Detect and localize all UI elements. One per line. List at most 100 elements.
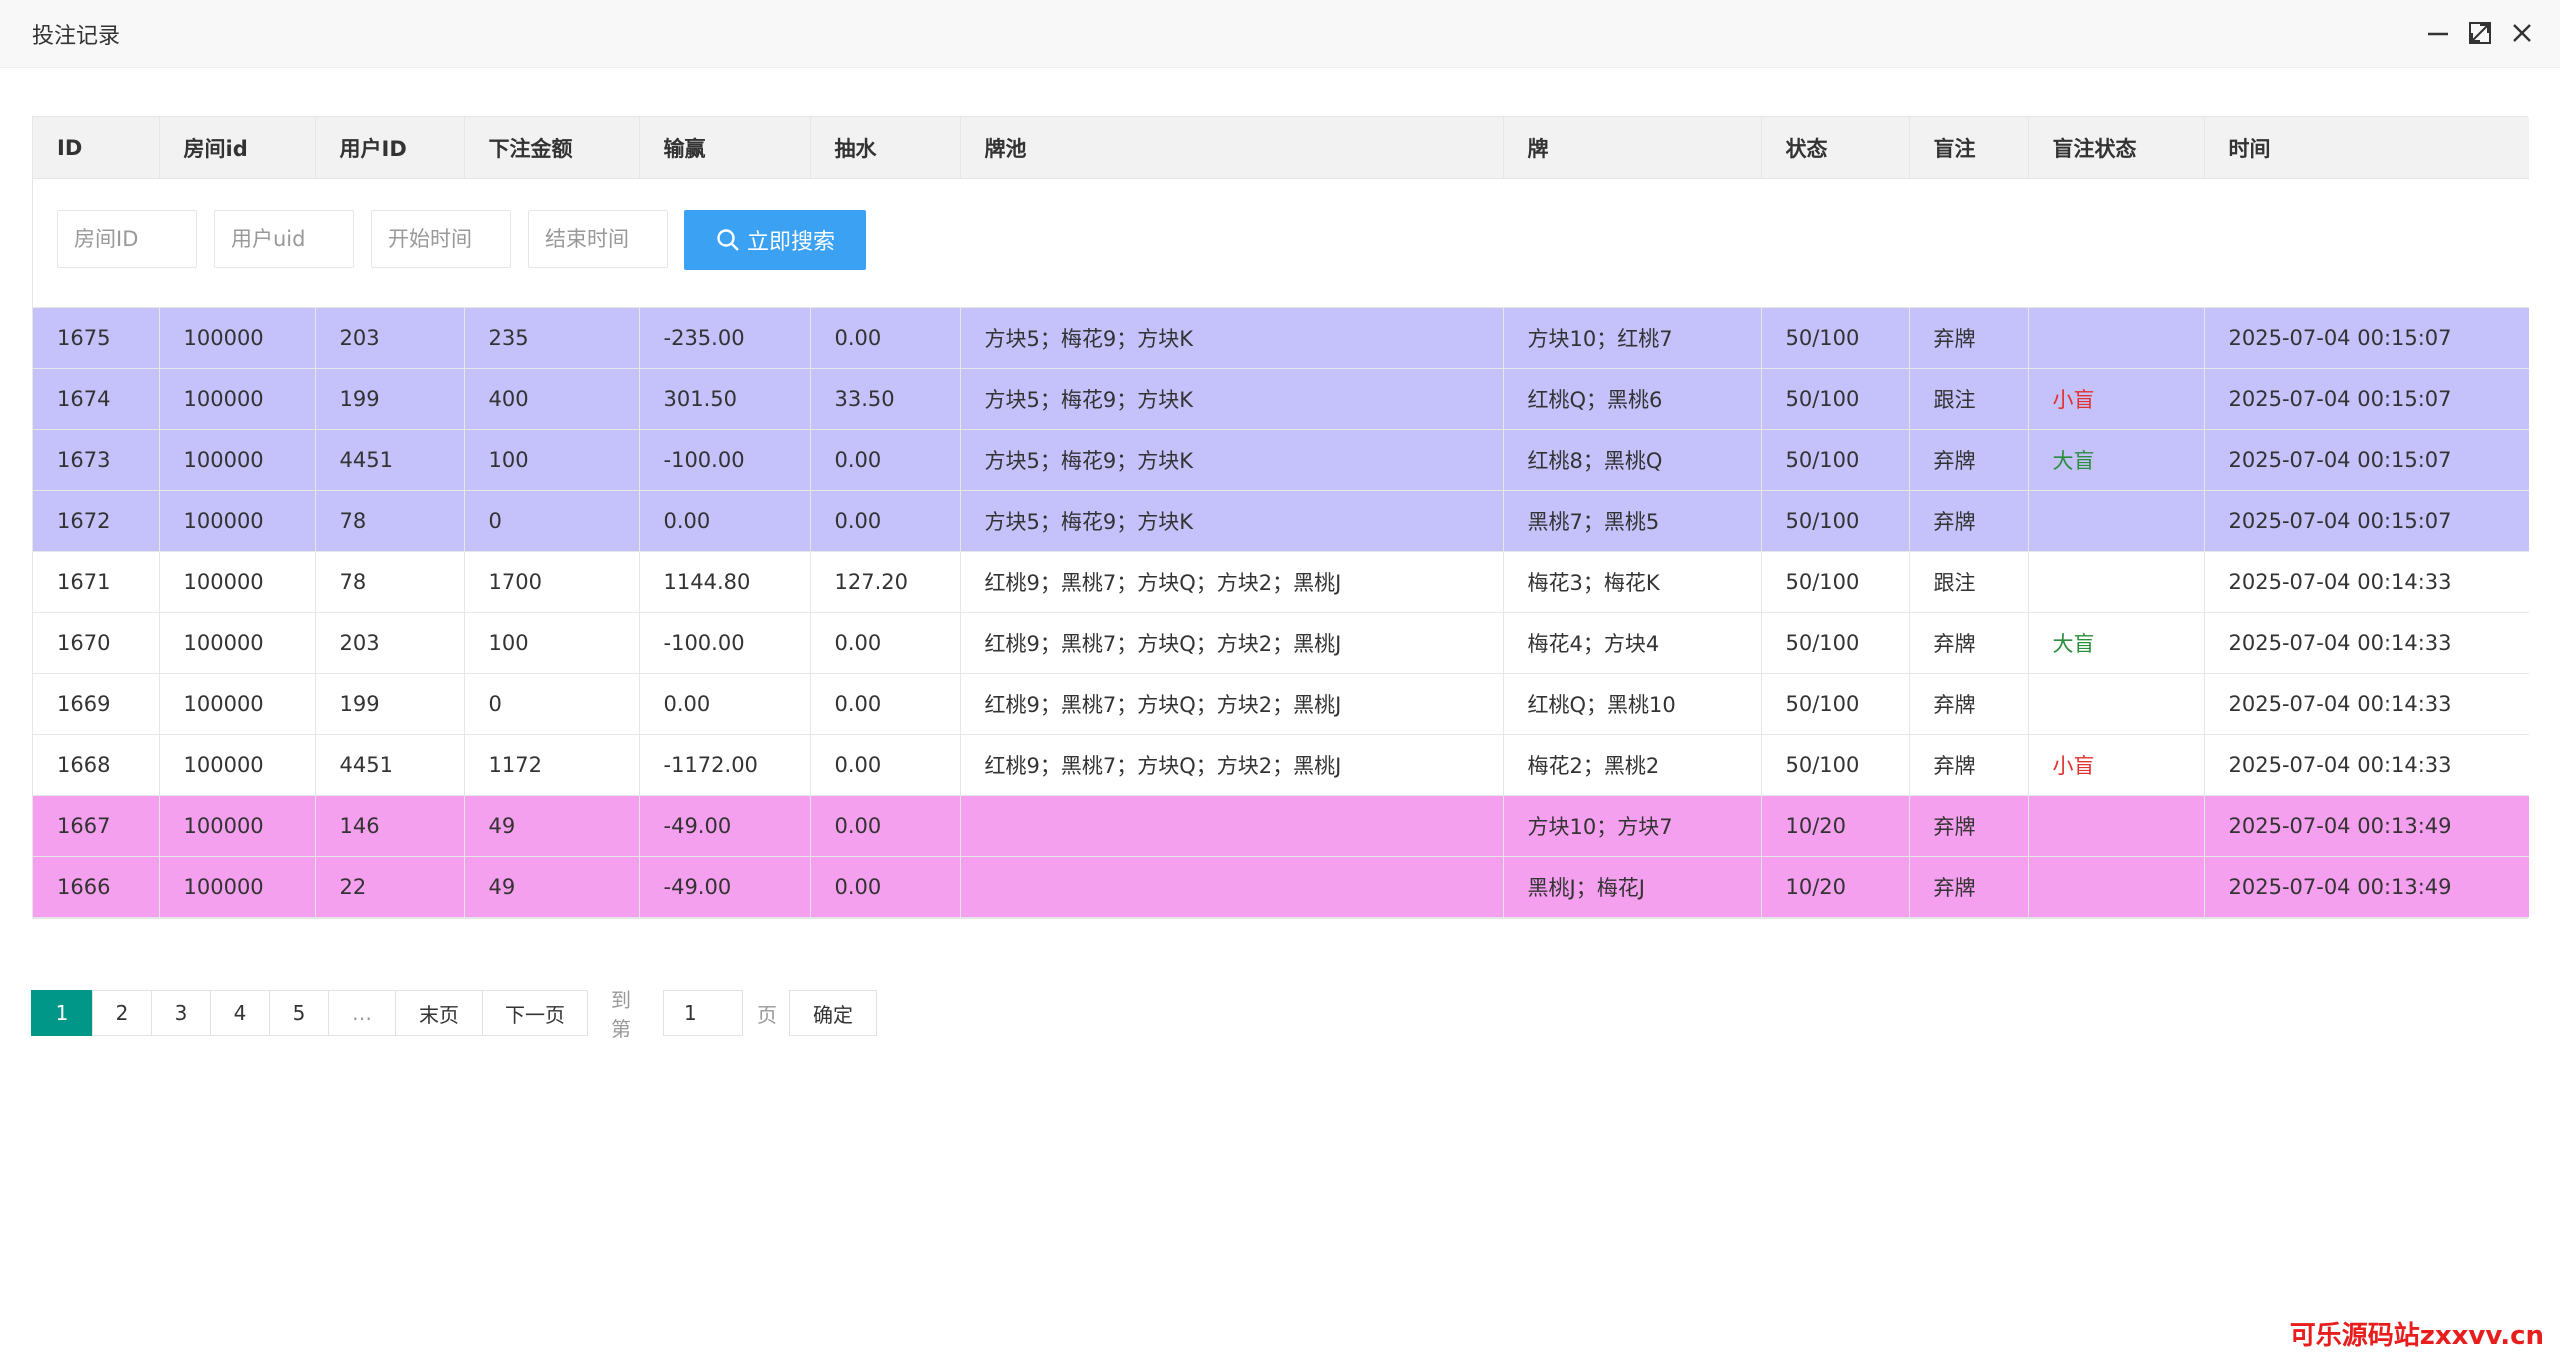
cell-win: -49.00 (639, 856, 811, 918)
page-5[interactable]: 5 (269, 990, 329, 1036)
cell-status: 50/100 (1761, 490, 1910, 552)
cell-time: 2025-07-04 00:15:07 (2204, 429, 2529, 491)
cell-user: 146 (315, 795, 465, 857)
close-icon[interactable] (2508, 18, 2536, 50)
cell-rake: 0.00 (810, 307, 961, 369)
cell-user: 4451 (315, 734, 465, 796)
table-row: 1670 100000 203 100 -100.00 0.00 红桃9；黑桃7；方块Q；方… (33, 612, 2529, 674)
col-header-id: ID (33, 117, 160, 179)
cell-win: 301.50 (639, 368, 811, 430)
cell-pool: 红桃9；黑桃7；方块Q；方块2；黑桃J (960, 612, 1504, 674)
start-time-input[interactable] (371, 210, 511, 268)
search-button[interactable]: 立即搜索 (684, 210, 866, 270)
cell-user: 4451 (315, 429, 465, 491)
cell-win: -49.00 (639, 795, 811, 857)
cell-bet: 0 (464, 673, 640, 735)
page-4[interactable]: 4 (210, 990, 270, 1036)
user-uid-input[interactable] (214, 210, 354, 268)
cell-id: 1666 (33, 856, 160, 918)
cell-blind: 弃牌 (1909, 307, 2029, 369)
cell-blind-status (2028, 673, 2205, 735)
cell-win: -235.00 (639, 307, 811, 369)
cell-status: 10/20 (1761, 795, 1910, 857)
cell-user: 199 (315, 673, 465, 735)
cell-pool: 红桃9；黑桃7；方块Q；方块2；黑桃J (960, 673, 1504, 735)
cell-blind-status (2028, 856, 2205, 918)
cell-rake: 33.50 (810, 368, 961, 430)
next-page-button[interactable]: 下一页 (482, 990, 588, 1036)
cell-id: 1671 (33, 551, 160, 613)
cell-bet: 235 (464, 307, 640, 369)
table-header: ID 房间id 用户ID 下注金额 输赢 抽水 牌池 牌 状态 盲注 盲注状态 … (33, 117, 2529, 179)
cell-room: 100000 (159, 795, 316, 857)
page-2[interactable]: 2 (92, 990, 152, 1036)
cell-id: 1670 (33, 612, 160, 674)
page-3[interactable]: 3 (151, 990, 211, 1036)
cell-blind-status (2028, 795, 2205, 857)
cell-blind: 弃牌 (1909, 734, 2029, 796)
cell-room: 100000 (159, 551, 316, 613)
cell-cards: 梅花4；方块4 (1503, 612, 1762, 674)
room-id-input[interactable] (57, 210, 197, 268)
col-header-room: 房间id (159, 117, 316, 179)
cell-blind: 弃牌 (1909, 795, 2029, 857)
cell-bet: 1700 (464, 551, 640, 613)
cell-cards: 黑桃J；梅花J (1503, 856, 1762, 918)
col-header-rake: 抽水 (810, 117, 961, 179)
cell-rake: 0.00 (810, 429, 961, 491)
cell-cards: 红桃Q；黑桃6 (1503, 368, 1762, 430)
cell-bet: 0 (464, 490, 640, 552)
goto-page-input[interactable] (663, 990, 743, 1036)
page-1[interactable]: 1 (31, 990, 93, 1036)
cell-bet: 100 (464, 429, 640, 491)
cell-win: 0.00 (639, 673, 811, 735)
maximize-icon[interactable] (2466, 18, 2494, 50)
cell-cards: 红桃8；黑桃Q (1503, 429, 1762, 491)
cell-pool: 方块5；梅花9；方块K (960, 368, 1504, 430)
last-page-button[interactable]: 末页 (395, 990, 483, 1036)
table-row: 1672 100000 78 0 0.00 0.00 方块5；梅花9；方块K 黑桃7；黑桃5 5… (33, 490, 2529, 552)
cell-pool: 方块5；梅花9；方块K (960, 490, 1504, 552)
cell-pool: 方块5；梅花9；方块K (960, 307, 1504, 369)
col-header-user: 用户ID (315, 117, 465, 179)
cell-blind-status: 小盲 (2028, 734, 2205, 796)
cell-room: 100000 (159, 734, 316, 796)
minimize-icon[interactable] (2424, 18, 2452, 50)
window-title: 投注记录 (32, 24, 121, 49)
cell-cards: 梅花2；黑桃2 (1503, 734, 1762, 796)
cell-status: 50/100 (1761, 551, 1910, 613)
cell-pool: 红桃9；黑桃7；方块Q；方块2；黑桃J (960, 734, 1504, 796)
cell-bet: 49 (464, 795, 640, 857)
end-time-input[interactable] (528, 210, 668, 268)
cell-blind-status (2028, 307, 2205, 369)
col-header-status: 状态 (1761, 117, 1910, 179)
cell-blind: 弃牌 (1909, 612, 2029, 674)
cell-status: 10/20 (1761, 856, 1910, 918)
cell-cards: 方块10；红桃7 (1503, 307, 1762, 369)
col-header-cards: 牌 (1503, 117, 1762, 179)
search-button-label: 立即搜索 (746, 230, 835, 255)
cell-bet: 1172 (464, 734, 640, 796)
search-toolbar: 立即搜索 (33, 178, 2529, 308)
cell-cards: 红桃Q；黑桃10 (1503, 673, 1762, 735)
cell-bet: 100 (464, 612, 640, 674)
cell-blind-status: 小盲 (2028, 368, 2205, 430)
cell-room: 100000 (159, 856, 316, 918)
cell-win: -100.00 (639, 429, 811, 491)
cell-blind-status (2028, 551, 2205, 613)
cell-room: 100000 (159, 490, 316, 552)
cell-id: 1672 (33, 490, 160, 552)
cell-room: 100000 (159, 368, 316, 430)
confirm-page-button[interactable]: 确定 (789, 990, 877, 1036)
cell-pool: 红桃9；黑桃7；方块Q；方块2；黑桃J (960, 551, 1504, 613)
cell-id: 1673 (33, 429, 160, 491)
cell-rake: 0.00 (810, 490, 961, 552)
cell-rake: 0.00 (810, 734, 961, 796)
cell-rake: 0.00 (810, 612, 961, 674)
cell-time: 2025-07-04 00:14:33 (2204, 734, 2529, 796)
cell-room: 100000 (159, 673, 316, 735)
bet-records-table: ID 房间id 用户ID 下注金额 输赢 抽水 牌池 牌 状态 盲注 盲注状态 … (32, 116, 2529, 919)
cell-blind: 弃牌 (1909, 490, 2029, 552)
search-toolbar-cell: 立即搜索 (33, 178, 2529, 308)
table-row: 1668 100000 4451 1172 -1172.00 0.00 红桃9；黑桃7；方块… (33, 734, 2529, 796)
